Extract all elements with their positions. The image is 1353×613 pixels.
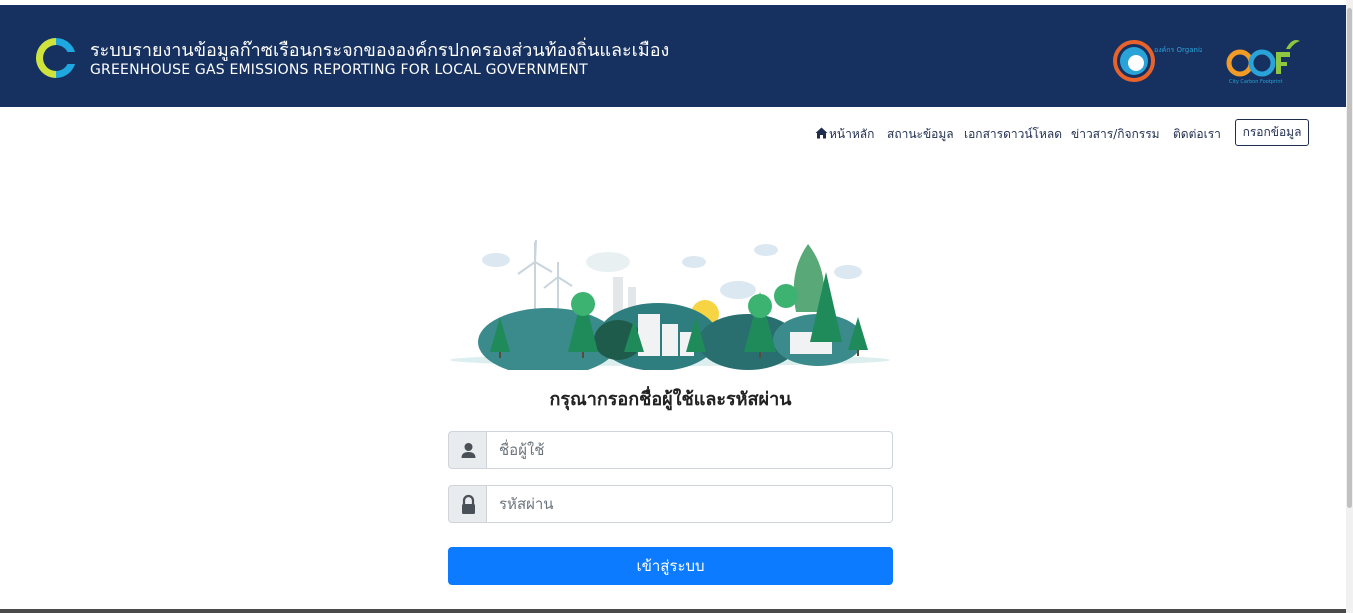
- password-input[interactable]: [486, 485, 893, 523]
- city-nature-illustration: [450, 239, 890, 370]
- nav-home[interactable]: หน้าหลัก: [815, 125, 874, 144]
- nav-downloads[interactable]: เอกสารดาวน์โหลด: [964, 125, 1062, 144]
- site-logo[interactable]: [33, 33, 79, 83]
- ccf-logo-text: City Carbon Footprint: [1229, 79, 1283, 85]
- password-group: [448, 485, 893, 523]
- username-group: [448, 431, 893, 469]
- nav-data-status[interactable]: สถานะข้อมูล: [887, 125, 954, 144]
- scrollbar-thumb[interactable]: [1347, 8, 1352, 508]
- site-title-english: GREENHOUSE GAS EMISSIONS REPORTING FOR L…: [90, 62, 588, 78]
- city-carbon-footprint-logo: City Carbon Footprint: [1226, 40, 1300, 85]
- nav-contact[interactable]: ติดต่อเรา: [1173, 125, 1221, 144]
- home-icon: [815, 127, 828, 139]
- username-input[interactable]: [486, 431, 893, 469]
- bottom-edge: [0, 609, 1346, 613]
- lock-icon: [462, 494, 475, 514]
- login-prompt: กรุณากรอกชื่อผู้ใช้และรหัสผ่าน: [549, 389, 792, 410]
- site-header: ระบบรายงานข้อมูลก๊าซเรือนกระจกขององค์กรป…: [0, 5, 1346, 107]
- nav-home-label: หน้าหลัก: [829, 127, 875, 141]
- site-title-thai: ระบบรายงานข้อมูลก๊าซเรือนกระจกขององค์กรป…: [90, 40, 670, 61]
- user-icon: [461, 443, 476, 458]
- login-button[interactable]: เข้าสู่ระบบ: [448, 547, 893, 585]
- org-logo-text: องค์กร Organization: [1154, 46, 1202, 54]
- fill-data-button[interactable]: กรอกข้อมูล: [1235, 119, 1309, 146]
- password-addon: [448, 485, 487, 523]
- organization-logo: องค์กร Organization: [1113, 40, 1202, 82]
- nav-news-activities[interactable]: ข่าวสาร/กิจกรรม: [1071, 125, 1160, 144]
- page-scrollbar[interactable]: [1346, 0, 1353, 613]
- username-addon: [448, 431, 487, 469]
